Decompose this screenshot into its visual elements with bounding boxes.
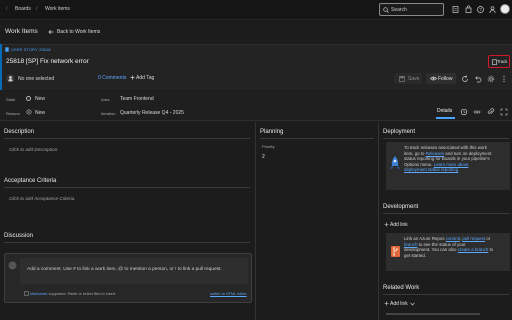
settings-icon[interactable] bbox=[487, 75, 495, 83]
development-title: Development bbox=[383, 204, 419, 210]
search-label: Search bbox=[391, 7, 407, 13]
deployment-info: To track releases associated with this w… bbox=[404, 145, 492, 173]
section-divider bbox=[383, 294, 509, 295]
column-divider bbox=[255, 122, 256, 320]
comment-placeholder: Add a comment. Use # to link a work item… bbox=[27, 267, 222, 272]
book-icon bbox=[5, 47, 9, 52]
attachment-icon[interactable] bbox=[487, 108, 495, 116]
link-icon[interactable] bbox=[473, 108, 481, 116]
more-actions-icon[interactable] bbox=[500, 75, 508, 83]
priority-value[interactable]: 2 bbox=[262, 154, 265, 160]
work-item-title[interactable]: 25818 [SP] Fix network error bbox=[6, 58, 89, 65]
track-button[interactable]: Track bbox=[488, 55, 510, 68]
section-divider bbox=[260, 138, 374, 139]
state-indicator bbox=[26, 96, 31, 101]
development-add-link[interactable]: Add link bbox=[390, 222, 408, 228]
related-add-link[interactable]: Add link bbox=[390, 301, 408, 307]
undo-icon[interactable] bbox=[474, 75, 482, 83]
section-divider bbox=[383, 138, 509, 139]
add-icon bbox=[384, 222, 389, 227]
tab-details-underline bbox=[436, 117, 455, 119]
add-icon bbox=[384, 301, 389, 306]
markdown-icon bbox=[24, 291, 29, 296]
state-value[interactable]: New bbox=[35, 96, 45, 102]
related-work-title: Related Work bbox=[383, 285, 420, 291]
section-divider bbox=[4, 138, 250, 139]
deployment-status-link[interactable]: deployment status reporting bbox=[404, 167, 458, 172]
learn-more-link[interactable]: Learn more about bbox=[434, 162, 469, 167]
assigned-to-label: No one selected bbox=[18, 75, 55, 82]
follow-button[interactable]: Follow bbox=[426, 73, 456, 84]
save-icon bbox=[399, 75, 405, 82]
arrow-left-icon bbox=[48, 29, 54, 35]
deployment-title: Deployment bbox=[383, 129, 416, 135]
follow-label: Follow bbox=[438, 75, 453, 82]
expand-icon[interactable] bbox=[500, 108, 508, 116]
description-field[interactable]: Click to add Description. bbox=[9, 147, 59, 152]
discussion-title: Discussion bbox=[4, 233, 34, 239]
person-icon bbox=[6, 74, 15, 83]
column-divider bbox=[378, 122, 379, 320]
eye-icon bbox=[430, 76, 437, 81]
list-icon[interactable] bbox=[451, 5, 460, 14]
track-label: Track bbox=[497, 59, 508, 64]
comment-input[interactable]: Add a comment. Use # to link a work item… bbox=[20, 258, 248, 284]
refresh-icon[interactable] bbox=[461, 75, 469, 83]
acceptance-criteria-field[interactable]: Click to add Acceptance Criteria. bbox=[9, 196, 75, 201]
breadcrumb-work-items[interactable]: Work items bbox=[45, 6, 70, 12]
save-label: Save bbox=[408, 75, 420, 82]
section-divider bbox=[383, 213, 509, 214]
create-branch-link[interactable]: create a branch bbox=[458, 247, 489, 252]
help-icon[interactable]: ? bbox=[476, 5, 485, 14]
iteration-label: Iteration bbox=[101, 111, 116, 116]
markdown-link[interactable]: Markdown bbox=[30, 292, 48, 296]
acceptance-criteria-title: Acceptance Criteria bbox=[4, 178, 57, 184]
commit-link[interactable]: commit bbox=[446, 236, 460, 241]
work-item-type-tag[interactable]: USER STORY 25818 bbox=[11, 47, 51, 52]
history-icon[interactable] bbox=[460, 108, 468, 116]
rocket-icon bbox=[390, 156, 400, 169]
section-divider bbox=[4, 242, 250, 243]
comments-link[interactable]: 0 Comments bbox=[98, 75, 126, 81]
description-title: Description bbox=[4, 129, 35, 135]
branch-link[interactable]: branch bbox=[404, 242, 417, 247]
switch-to-html-link[interactable]: switch to HTML editor bbox=[210, 292, 247, 296]
planning-title: Planning bbox=[260, 129, 284, 135]
user-avatar-icon bbox=[8, 261, 17, 270]
back-button-label: Back to Work Items bbox=[57, 29, 101, 35]
releases-link[interactable]: Releases bbox=[426, 151, 444, 156]
repo-branch-icon bbox=[391, 246, 400, 257]
area-label: Area bbox=[101, 97, 110, 102]
reason-value[interactable]: New bbox=[35, 110, 45, 116]
avatar[interactable] bbox=[500, 4, 510, 14]
user-settings-icon[interactable] bbox=[488, 5, 497, 14]
iteration-value[interactable]: Quarterly Release Q4 - 2025 bbox=[120, 110, 184, 116]
tag-add-icon bbox=[130, 75, 135, 80]
save-button[interactable]: Save bbox=[394, 73, 422, 84]
svg-text:?: ? bbox=[479, 7, 482, 12]
search-icon bbox=[383, 7, 389, 13]
section-divider bbox=[4, 187, 250, 188]
breadcrumb-boards[interactable]: Boards bbox=[15, 6, 31, 12]
add-tag-button[interactable]: Add Tag bbox=[136, 75, 154, 81]
tab-details[interactable]: Details bbox=[437, 108, 452, 114]
search-box[interactable]: Search bbox=[379, 3, 444, 16]
related-work-placeholder bbox=[386, 313, 480, 315]
markdown-note: Markdown supported. Paste or select file… bbox=[30, 292, 117, 296]
pull-request-link[interactable]: pull request bbox=[462, 236, 485, 241]
breadcrumb-separator: / bbox=[6, 6, 8, 12]
priority-label: Priority bbox=[262, 144, 275, 149]
chevron-down-icon[interactable] bbox=[410, 302, 415, 306]
development-info: Link an Azure Repos commit, pull request… bbox=[404, 236, 494, 258]
page-title: Work Items bbox=[5, 28, 38, 35]
state-label: State bbox=[6, 97, 16, 102]
breadcrumb-separator: / bbox=[36, 6, 38, 12]
area-value[interactable]: Team Frontend bbox=[120, 96, 154, 102]
shopping-bag-icon[interactable] bbox=[464, 5, 473, 14]
reason-icon bbox=[26, 109, 32, 115]
work-item-type-bar bbox=[0, 44, 2, 90]
reason-label: Reason bbox=[6, 111, 20, 116]
